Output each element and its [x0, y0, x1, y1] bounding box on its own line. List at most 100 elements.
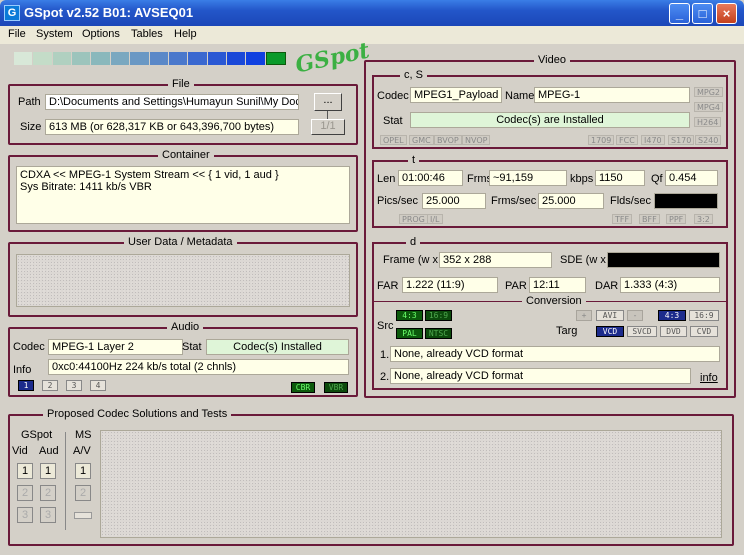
container-group: Container CDXA << MPEG-1 System Stream <… [8, 149, 358, 232]
kbps-label: kbps [570, 173, 594, 185]
av-test-blank [74, 512, 92, 519]
video-cs-title: c, S [400, 69, 427, 81]
tag-s170: S170 [668, 135, 695, 145]
size-field: 613 MB (or 628,317 KB or 643,396,700 byt… [45, 119, 299, 135]
minimize-icon[interactable]: _ [669, 3, 690, 24]
aud-test-3[interactable]: 3 [40, 507, 56, 523]
targ-169-button[interactable]: 16:9 [689, 310, 719, 321]
container-info-box: CDXA << MPEG-1 System Stream << { 1 vid,… [16, 166, 350, 224]
close-icon[interactable]: × [716, 3, 737, 24]
src-169-chip: 16:9 [425, 310, 452, 321]
audio-stat-field: Codec(s) Installed [206, 339, 349, 355]
vid-test-3[interactable]: 3 [17, 507, 33, 523]
audio-vbr-indicator: VBR [324, 382, 348, 393]
tag-i470: I470 [641, 135, 665, 145]
video-stat-field: Codec(s) are Installed [410, 112, 690, 128]
audio-stream-4[interactable]: 4 [90, 380, 106, 391]
aud-test-2[interactable]: 2 [40, 485, 56, 501]
targ-cvd-button[interactable]: CVD [690, 326, 718, 337]
av-col-label: A/V [73, 445, 91, 457]
gspot-app-icon[interactable]: G [4, 5, 20, 21]
par-label: PAR [505, 280, 527, 292]
userdata-group-title: User Data / Metadata [124, 236, 237, 248]
vid-test-1[interactable]: 1 [17, 463, 33, 479]
frms-field: ~91,159 [489, 170, 567, 186]
conversion-2-field: None, already VCD format [390, 368, 691, 384]
video-t-title: t [408, 154, 420, 166]
audio-stream-1[interactable]: 1 [18, 380, 34, 391]
tag-opel: OPEL [380, 135, 407, 145]
proposed-group-title: Proposed Codec Solutions and Tests [43, 408, 232, 420]
targ-vcd-button[interactable]: VCD [596, 326, 624, 337]
file-group: File Path D:\Documents and Settings\Huma… [8, 78, 358, 145]
activity-indicator [14, 52, 287, 65]
userdata-group: User Data / Metadata [8, 236, 358, 317]
targ-43-button[interactable]: 4:3 [658, 310, 686, 321]
targ-plus-button[interactable]: + [576, 310, 592, 321]
video-cs-group: c, S Codec MPEG1_Payload Name MPEG-1 MPG… [372, 69, 728, 149]
far-field: 1.222 (11:9) [402, 277, 498, 293]
menu-options[interactable]: Options [82, 28, 120, 40]
audio-stream-2[interactable]: 2 [42, 380, 58, 391]
proposed-group: Proposed Codec Solutions and Tests GSpot… [8, 408, 734, 546]
menu-help[interactable]: Help [174, 28, 197, 40]
menu-system[interactable]: System [36, 28, 73, 40]
audio-codec-field: MPEG-1 Layer 2 [48, 339, 183, 355]
video-d-group: d Frame (w x 352 x 288 SDE (w x FAR 1.22… [372, 236, 728, 390]
info-link[interactable]: info [700, 372, 718, 384]
browse-button[interactable]: ... [314, 93, 342, 111]
container-line-1: CDXA << MPEG-1 System Stream << { 1 vid,… [20, 169, 279, 181]
conversion-title: Conversion [522, 295, 586, 307]
tag-prog: PROG [399, 214, 428, 224]
menu-tables[interactable]: Tables [131, 28, 163, 40]
tag-ppf: PPF [666, 214, 687, 224]
audio-stream-3[interactable]: 3 [66, 380, 82, 391]
gspot-col-label: GSpot [21, 429, 53, 441]
qf-label: Qf [651, 173, 663, 185]
pics-sec-field: 25.000 [422, 193, 486, 209]
flds-sec-label: Flds/sec [610, 195, 651, 207]
conversion-1-number: 1. [380, 349, 390, 361]
targ-minus-button[interactable]: - [627, 310, 643, 321]
conversion-2-number: 2. [380, 371, 390, 383]
menu-bar: File System Options Tables Help [0, 26, 744, 44]
vid-test-2[interactable]: 2 [17, 485, 33, 501]
aud-test-1[interactable]: 1 [40, 463, 56, 479]
container-line-2: Sys Bitrate: 1411 kb/s VBR [20, 181, 152, 193]
tag-s240: S240 [695, 135, 722, 145]
tag-bff: BFF [639, 214, 660, 224]
audio-codec-label: Codec [13, 341, 45, 353]
menu-file[interactable]: File [8, 28, 26, 40]
av-test-1[interactable]: 1 [75, 463, 91, 479]
conversion-1-field: None, already VCD format [390, 346, 720, 362]
frame-label: Frame (w x [383, 254, 438, 266]
qf-field: 0.454 [665, 170, 718, 186]
src-ntsc-chip: NTSC [425, 328, 452, 339]
userdata-box [16, 254, 350, 307]
tag-mpg4: MPG4 [694, 102, 724, 112]
video-group: Video c, S Codec MPEG1_Payload Name MPEG… [364, 54, 736, 398]
dar-field: 1.333 (4:3) [620, 277, 720, 293]
audio-group: Audio Codec MPEG-1 Layer 2 Stat Codec(s)… [8, 321, 358, 397]
tag-nvop: NVOP [462, 135, 491, 145]
targ-dvd-button[interactable]: DVD [660, 326, 687, 337]
len-label: Len [377, 173, 396, 185]
targ-avi-button[interactable]: AVI [596, 310, 624, 321]
audio-info-label: Info [13, 364, 32, 376]
frame-field: 352 x 288 [439, 252, 552, 268]
maximize-icon[interactable]: □ [692, 3, 713, 24]
len-field: 01:00:46 [398, 170, 463, 186]
proposed-results-box [100, 430, 722, 538]
dar-label: DAR [595, 280, 619, 292]
targ-svcd-button[interactable]: SVCD [627, 326, 657, 337]
tag-32: 3:2 [694, 214, 713, 224]
tag-fcc: FCC [616, 135, 638, 145]
tag-il: I/L [427, 214, 443, 224]
video-t-group: t Len 01:00:46 Frms ~91,159 kbps 1150 Qf… [372, 154, 728, 228]
video-name-label: Name [505, 90, 535, 102]
flds-sec-field [654, 193, 718, 209]
src-label: Src [377, 320, 394, 332]
av-test-2[interactable]: 2 [75, 485, 91, 501]
src-pal-chip: PAL [396, 328, 423, 339]
path-field[interactable]: D:\Documents and Settings\Humayun Sunil\… [45, 94, 299, 110]
